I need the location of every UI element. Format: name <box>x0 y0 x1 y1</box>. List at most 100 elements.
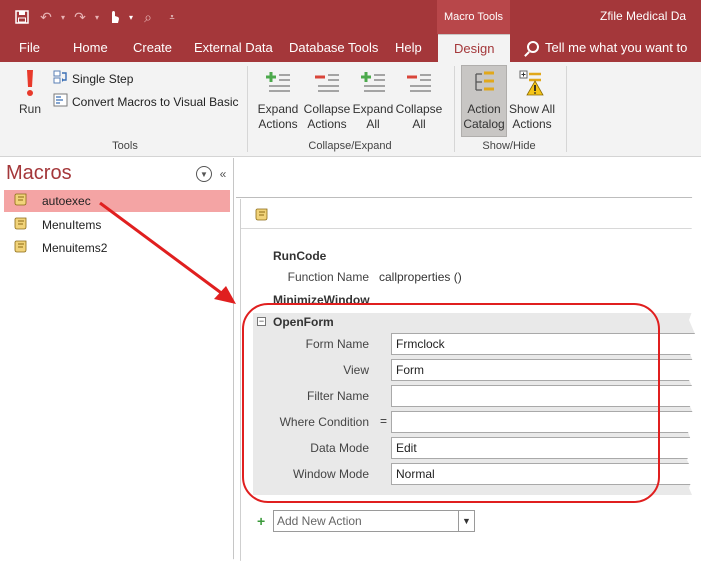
collapse-expand-group-label: Collapse/Expand <box>308 140 392 152</box>
collapse-all-button[interactable]: Collapse All <box>396 66 442 132</box>
macro-designer: RunCode Function Name callproperties () … <box>240 199 701 570</box>
title-bar: ↶ ▾ ↷ ▾ ▾ ⌕ ⩡ Macro Tools Zfile Medical … <box>0 0 701 34</box>
expand-actions-icon <box>262 66 294 100</box>
view-label: View <box>343 363 369 377</box>
show-all-actions-icon <box>516 66 548 100</box>
action-minimizewindow[interactable]: MinimizeWindow <box>273 293 370 307</box>
nav-item-label: autoexec <box>42 194 91 208</box>
show-all-actions-label: Show All Actions <box>508 102 556 131</box>
collapse-all-icon <box>403 66 435 100</box>
tab-external-data[interactable]: External Data <box>194 34 273 62</box>
tools-group-label: Tools <box>112 140 138 152</box>
nav-menu-dropdown-icon[interactable]: ▼ <box>196 166 212 182</box>
macro-header <box>241 199 701 229</box>
run-button[interactable]: Run <box>14 66 46 117</box>
openform-header: − OpenForm <box>253 313 701 333</box>
convert-macros-label: Convert Macros to Visual Basic <box>72 94 239 109</box>
expand-all-label: Expand All <box>352 102 394 131</box>
action-catalog-icon <box>468 66 500 100</box>
expand-actions-button[interactable]: Expand Actions <box>257 66 299 132</box>
undo-dropdown-icon[interactable]: ▾ <box>58 6 68 28</box>
undo-icon[interactable]: ↶ <box>34 6 58 28</box>
redo-dropdown-icon[interactable]: ▾ <box>92 6 102 28</box>
filter-name-field[interactable] <box>391 385 701 407</box>
ribbon: Run Single Step Convert Macros to Visual… <box>0 62 701 157</box>
tab-file[interactable]: File <box>19 34 40 62</box>
document-tab-strip <box>236 158 701 198</box>
collapse-actions-button[interactable]: Collapse Actions <box>304 66 350 132</box>
nav-pane-title[interactable]: Macros <box>6 162 72 185</box>
add-new-action-placeholder: Add New Action <box>277 514 362 528</box>
function-name-value[interactable]: callproperties () <box>379 270 462 284</box>
action-catalog-button[interactable]: Action Catalog <box>461 65 507 137</box>
action-runcode[interactable]: RunCode <box>273 249 326 263</box>
add-new-action-combo[interactable]: Add New Action ▼ <box>273 510 475 532</box>
data-mode-label: Data Mode <box>310 441 369 455</box>
single-step-icon <box>53 70 68 87</box>
openform-action-block[interactable]: − OpenForm Form Name Frmclock View Form … <box>253 313 701 495</box>
where-condition-equals: = <box>380 414 388 428</box>
expand-all-button[interactable]: Expand All <box>353 66 393 132</box>
filter-name-label: Filter Name <box>306 389 369 403</box>
macro-icon <box>14 217 28 233</box>
add-icon: + <box>257 513 266 529</box>
macro-icon <box>14 193 28 209</box>
window-mode-field[interactable]: Normal <box>391 463 701 485</box>
ribbon-tabs: File Home Create External Data Database … <box>0 34 701 62</box>
tab-home[interactable]: Home <box>73 34 108 62</box>
redo-icon[interactable]: ↷ <box>68 6 92 28</box>
show-hide-group-label: Show/Hide <box>482 140 536 152</box>
group-separator <box>566 66 567 152</box>
app-title: Zfile Medical Da <box>600 9 687 23</box>
convert-macros-icon <box>53 93 68 110</box>
nav-item-menuitems[interactable]: MenuItems <box>4 214 230 236</box>
form-name-label: Form Name <box>305 337 369 351</box>
chevron-down-icon[interactable]: ▼ <box>458 511 474 531</box>
nav-item-label: Menuitems2 <box>42 241 108 255</box>
macro-icon <box>14 240 28 256</box>
collapse-pane-icon[interactable]: « <box>215 166 231 182</box>
action-openform[interactable]: OpenForm <box>273 315 334 329</box>
run-label: Run <box>18 102 41 116</box>
macro-icon <box>255 208 269 224</box>
add-new-action: + Add New Action ▼ <box>257 510 475 532</box>
tab-database-tools[interactable]: Database Tools <box>289 34 378 62</box>
tell-me-text: Tell me what you want to <box>545 40 688 55</box>
tell-me-search[interactable]: Tell me what you want to <box>527 34 687 62</box>
expand-actions-label: Expand Actions <box>257 102 299 131</box>
form-name-field[interactable]: Frmclock <box>391 333 701 355</box>
convert-macros-button[interactable]: Convert Macros to Visual Basic <box>53 93 239 110</box>
collapse-actions-label: Collapse Actions <box>303 102 351 131</box>
run-exclamation-icon <box>14 66 46 100</box>
navigation-pane: Macros ▼ « autoexec MenuItems Menuitems2 <box>0 158 234 570</box>
show-all-actions-button[interactable]: Show All Actions <box>508 66 556 132</box>
single-step-button[interactable]: Single Step <box>53 70 133 87</box>
customize-qat-icon[interactable]: ⩡ <box>160 6 184 28</box>
collapse-actions-icon <box>311 66 343 100</box>
save-icon[interactable] <box>10 6 34 28</box>
collapse-all-label: Collapse All <box>395 102 443 131</box>
nav-item-label: MenuItems <box>42 218 102 232</box>
search-icon[interactable]: ⌕ <box>136 6 160 28</box>
function-name-label: Function Name <box>287 270 369 284</box>
touch-mode-icon[interactable] <box>102 6 126 28</box>
where-condition-label: Where Condition <box>279 415 369 429</box>
search-icon <box>527 41 539 53</box>
collapse-toggle-icon[interactable]: − <box>257 317 266 326</box>
group-separator <box>247 66 248 152</box>
nav-item-autoexec[interactable]: autoexec <box>4 190 230 212</box>
window-mode-label: Window Mode <box>292 467 369 481</box>
context-tab-title: Macro Tools <box>437 0 510 34</box>
action-catalog-label: Action Catalog <box>463 102 505 131</box>
touch-mode-dropdown-icon[interactable]: ▾ <box>126 6 136 28</box>
tab-help[interactable]: Help <box>395 34 422 62</box>
data-mode-field[interactable]: Edit <box>391 437 701 459</box>
nav-item-menuitems2[interactable]: Menuitems2 <box>4 237 230 259</box>
expand-all-icon <box>357 66 389 100</box>
tab-create[interactable]: Create <box>133 34 172 62</box>
where-condition-field[interactable] <box>391 411 701 433</box>
group-separator <box>454 66 455 152</box>
single-step-label: Single Step <box>72 71 134 86</box>
view-field[interactable]: Form <box>391 359 701 381</box>
tab-design[interactable]: Design <box>438 34 511 62</box>
